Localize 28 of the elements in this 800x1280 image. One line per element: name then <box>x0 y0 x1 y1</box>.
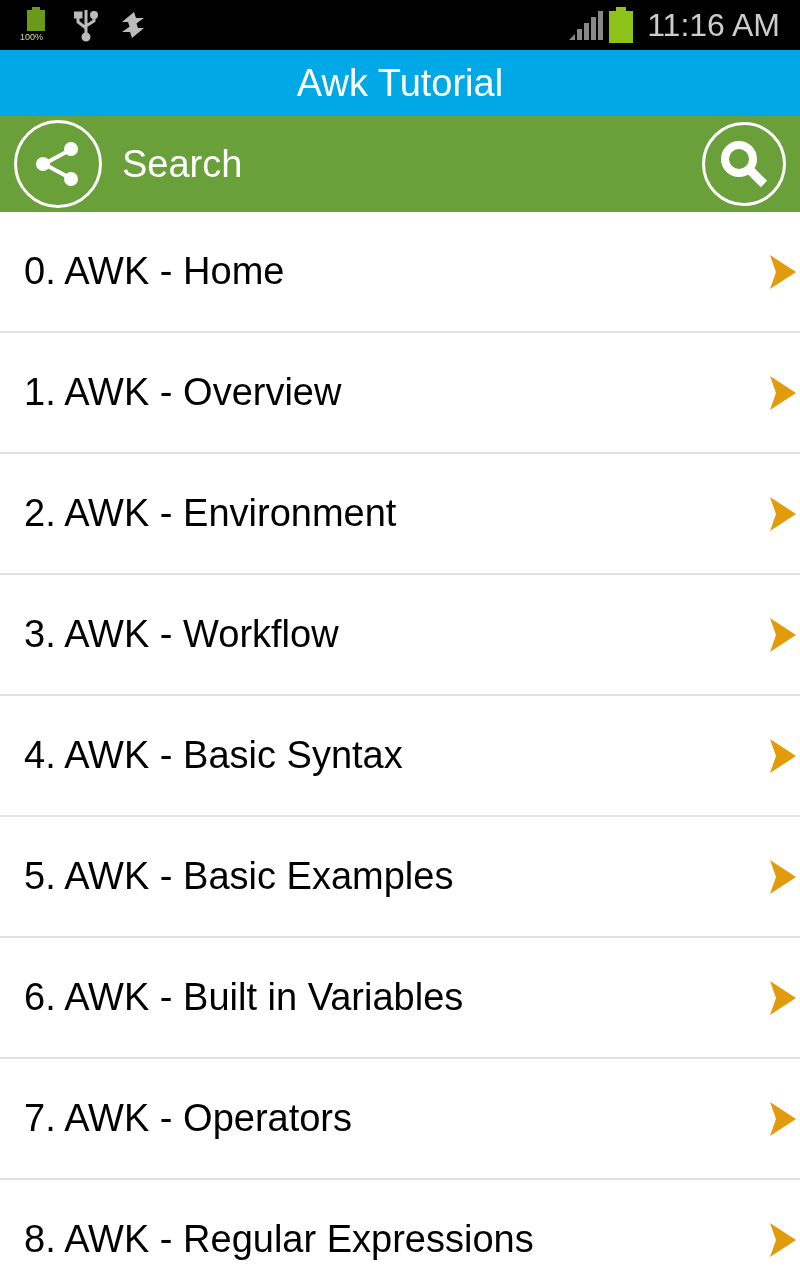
list-item[interactable]: 5. AWK - Basic Examples <box>0 817 800 938</box>
signal-icon <box>569 10 604 40</box>
chevron-icon <box>770 617 796 652</box>
search-button[interactable] <box>702 122 786 206</box>
chevron-icon <box>770 375 796 410</box>
app-title: Awk Tutorial <box>296 60 504 106</box>
list-item[interactable]: 6. AWK - Built in Variables <box>0 938 800 1059</box>
clock: 11:16 AM <box>647 9 780 41</box>
battery-icon <box>26 7 46 31</box>
list-item[interactable]: 4. AWK - Basic Syntax <box>0 696 800 817</box>
chevron-icon <box>770 1101 796 1136</box>
chevron-icon <box>770 980 796 1015</box>
list-item[interactable]: 0. AWK - Home <box>0 212 800 333</box>
search-bar[interactable]: Search <box>0 116 800 212</box>
list-item[interactable]: 7. AWK - Operators <box>0 1059 800 1180</box>
list-item[interactable]: 8. AWK - Regular Expressions <box>0 1180 800 1280</box>
chevron-icon <box>770 496 796 531</box>
chevron-icon <box>770 859 796 894</box>
battery-label: 100% <box>20 33 44 42</box>
usb-icon <box>74 8 98 42</box>
list-item[interactable]: 3. AWK - Workflow <box>0 575 800 696</box>
list-item[interactable]: 1. AWK - Overview <box>0 333 800 454</box>
battery-level-icon <box>609 7 634 43</box>
chevron-icon <box>770 254 796 289</box>
chevron-icon <box>770 738 796 773</box>
share-button[interactable] <box>14 120 102 208</box>
chevron-icon <box>770 1222 796 1257</box>
list-item[interactable]: 2. AWK - Environment <box>0 454 800 575</box>
